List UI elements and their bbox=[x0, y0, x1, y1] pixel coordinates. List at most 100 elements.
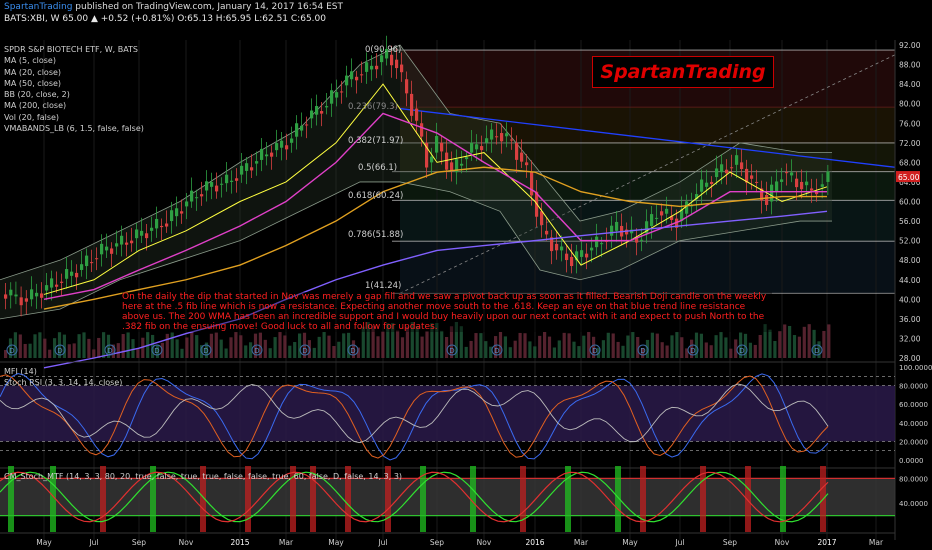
mfi-label[interactable]: MFI (14) bbox=[4, 367, 37, 376]
candle-body bbox=[665, 208, 669, 214]
legend-item[interactable]: BB (20, close, 2) bbox=[4, 89, 144, 100]
candle-body bbox=[610, 225, 614, 236]
candle-body bbox=[210, 182, 214, 187]
candle-body bbox=[255, 161, 259, 164]
candle-body bbox=[170, 210, 174, 222]
time-tick-label: May bbox=[328, 538, 344, 547]
volume-bar bbox=[660, 342, 664, 358]
candle-body bbox=[615, 221, 619, 231]
volume-bar bbox=[195, 335, 199, 358]
volume-bar bbox=[587, 332, 591, 358]
volume-bar bbox=[332, 346, 336, 358]
price-tick-label: 84.00 bbox=[899, 80, 921, 89]
dividend-marker-label: D bbox=[302, 347, 307, 355]
watermark-logo: SpartanTrading bbox=[592, 56, 774, 88]
candle-body bbox=[595, 236, 599, 248]
volume-bar bbox=[48, 349, 52, 358]
dividend-marker-label: D bbox=[592, 347, 597, 355]
volume-bar bbox=[675, 332, 679, 358]
legend-item[interactable]: VMABANDS_LB (6, 1.5, false, false) bbox=[4, 123, 144, 134]
time-tick-label: Mar bbox=[869, 538, 884, 547]
candle-body bbox=[95, 258, 99, 260]
candle-body bbox=[115, 243, 119, 247]
volume-bar bbox=[18, 334, 22, 358]
legend-item[interactable]: MA (20, close) bbox=[4, 67, 144, 78]
candle-body bbox=[525, 162, 529, 166]
candle-body bbox=[655, 217, 659, 219]
legend-item[interactable]: Vol (20, false) bbox=[4, 112, 144, 123]
candle-body bbox=[515, 142, 519, 160]
legend-item[interactable]: MA (200, close) bbox=[4, 100, 144, 111]
candle-body bbox=[230, 180, 234, 182]
candle-body bbox=[705, 182, 709, 187]
volume-bar bbox=[219, 339, 223, 358]
mfi-tick-label: 20.0000 bbox=[899, 438, 928, 446]
volume-bar bbox=[601, 340, 605, 358]
volume-bar bbox=[239, 335, 243, 358]
candle-body bbox=[290, 138, 294, 143]
candle-body bbox=[70, 271, 74, 276]
time-tick-label: 2017 bbox=[817, 538, 836, 547]
price-tick-label: 80.00 bbox=[899, 100, 921, 109]
stoch-rsi-label[interactable]: Stoch RSI (3, 3, 14, 14, close) bbox=[4, 378, 122, 387]
legend-item[interactable]: MA (50, close) bbox=[4, 78, 144, 89]
candle-body bbox=[55, 284, 59, 287]
candle-body bbox=[360, 74, 364, 76]
mtf-label[interactable]: CM_Stoch_MTF (14, 3, 3, 80, 20, true, fa… bbox=[4, 472, 402, 481]
fib-label-0786: 0.786(51.88) bbox=[348, 230, 404, 240]
candle-body bbox=[245, 163, 249, 171]
candle-body bbox=[285, 145, 289, 150]
candle-body bbox=[395, 59, 399, 69]
dividend-marker-label: D bbox=[640, 347, 645, 355]
volume-bar bbox=[704, 342, 708, 358]
volume-bar bbox=[807, 324, 811, 358]
candle-body bbox=[700, 179, 704, 192]
candle-body bbox=[200, 194, 204, 197]
candle-body bbox=[155, 218, 159, 229]
volume-bar bbox=[479, 333, 483, 358]
candle-body bbox=[24, 298, 28, 302]
candle-body bbox=[490, 129, 494, 140]
candle-body bbox=[145, 233, 149, 239]
volume-bar bbox=[102, 332, 106, 358]
volume-bar bbox=[342, 333, 346, 358]
candle-body bbox=[520, 152, 524, 162]
candle-body bbox=[420, 123, 424, 137]
dividend-marker-label: D bbox=[814, 347, 819, 355]
volume-bar bbox=[631, 332, 635, 358]
mfi-tick-label: 60.0000 bbox=[899, 401, 928, 409]
volume-bar bbox=[298, 333, 302, 358]
author-link[interactable]: SpartanTrading bbox=[4, 2, 72, 12]
candle-body bbox=[40, 293, 44, 298]
volume-bar bbox=[474, 333, 478, 358]
dividend-marker-label: D bbox=[494, 347, 499, 355]
candle-body bbox=[125, 242, 129, 245]
fib-label-0382: 0.382(71.97) bbox=[348, 136, 404, 146]
volume-bar bbox=[77, 334, 81, 358]
dividend-marker-label: D bbox=[739, 347, 744, 355]
volume-bar bbox=[611, 333, 615, 358]
volume-bar bbox=[72, 343, 76, 358]
candle-body bbox=[730, 167, 734, 169]
candle-body bbox=[370, 65, 374, 70]
volume-bar bbox=[38, 332, 42, 358]
candle-body bbox=[365, 62, 369, 72]
candle-body bbox=[625, 229, 629, 235]
candle-body bbox=[445, 152, 449, 170]
candle-body bbox=[235, 178, 239, 181]
dividend-marker-label: D bbox=[449, 347, 454, 355]
candle-body bbox=[460, 163, 464, 166]
dividend-marker-label: D bbox=[254, 347, 259, 355]
volume-bar bbox=[827, 324, 831, 358]
price-tick-label: 28.00 bbox=[899, 354, 921, 363]
dividend-marker-label: D bbox=[690, 347, 695, 355]
volume-bar bbox=[822, 330, 826, 358]
candle-body bbox=[110, 248, 114, 254]
legend-title: SPDR S&P BIOTECH ETF, W, BATS bbox=[4, 45, 139, 54]
legend-item[interactable]: MA (5, close) bbox=[4, 55, 144, 66]
volume-bar bbox=[214, 332, 218, 358]
candle-body bbox=[755, 181, 759, 183]
dividend-marker-label: D bbox=[154, 347, 159, 355]
candle-body bbox=[345, 75, 349, 86]
candle-body bbox=[725, 169, 729, 174]
